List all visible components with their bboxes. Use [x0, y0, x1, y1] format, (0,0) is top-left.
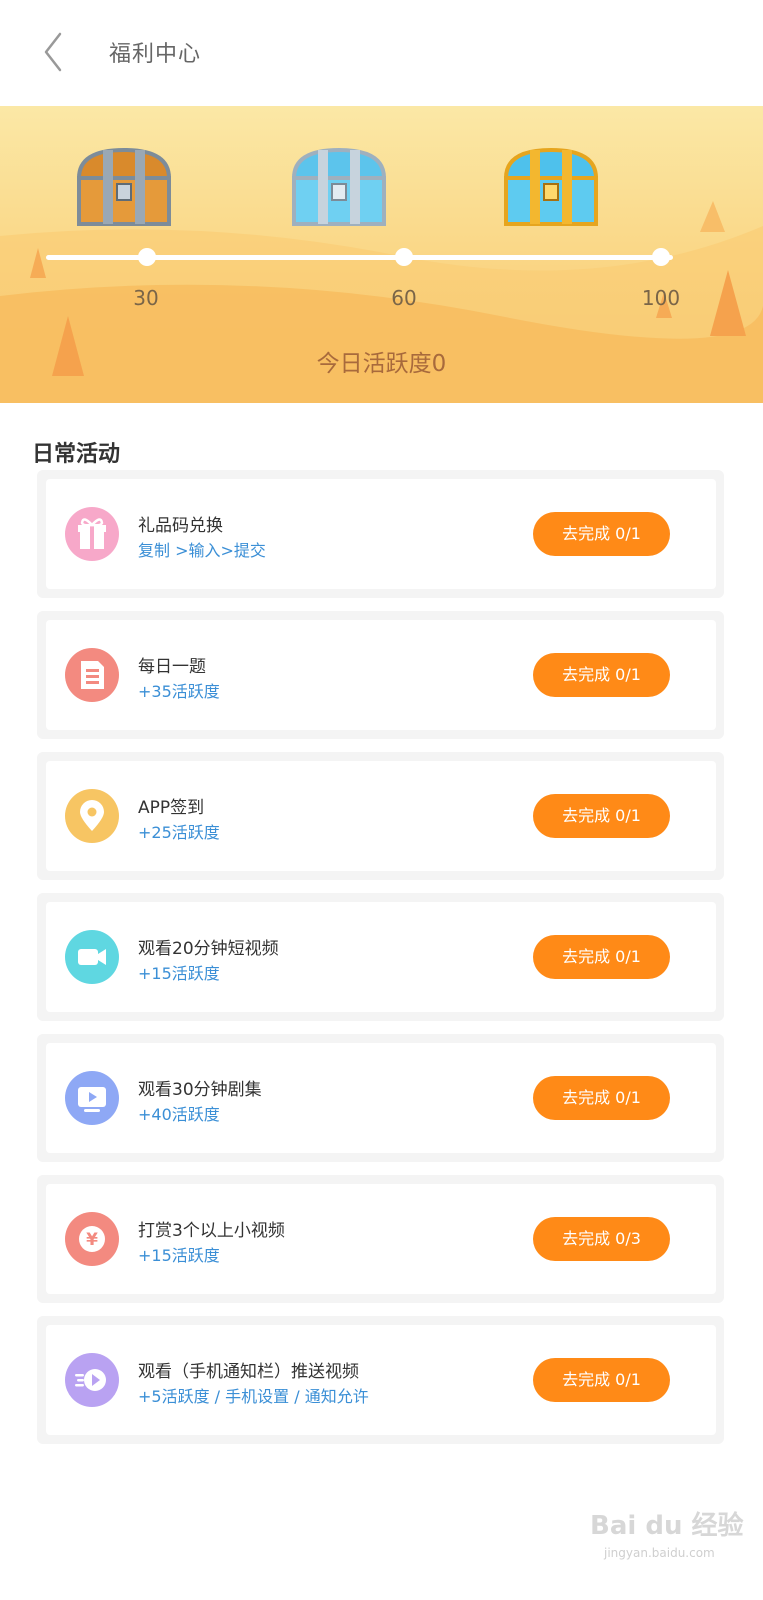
document-icon: [65, 648, 119, 702]
milestone-node: [138, 248, 156, 266]
video-camera-icon: [65, 930, 119, 984]
gift-icon: [65, 507, 119, 561]
top-bar: 福利中心: [0, 0, 763, 106]
treasure-chest-icon: [503, 147, 599, 226]
milestone-label: 30: [133, 286, 159, 310]
yuan-coin-icon: ¥: [65, 1212, 119, 1266]
section-title: 日常活动: [32, 442, 121, 467]
complete-button[interactable]: 去完成 0/1: [533, 1358, 670, 1402]
svg-text:¥: ¥: [86, 1230, 98, 1250]
task-subtitle: +5活跃度 / 手机设置 / 通知允许: [138, 1387, 369, 1406]
activity-banner: 30 60 100 今日活跃度0: [0, 106, 763, 403]
milestone-label: 60: [391, 286, 417, 310]
bronze-chest[interactable]: [73, 144, 175, 230]
complete-button[interactable]: 去完成 0/1: [533, 653, 670, 697]
watermark: Bai du 经验: [590, 1511, 744, 1541]
milestone-label: 100: [641, 286, 681, 310]
milestone-node: [395, 248, 413, 266]
list-item: 观看（手机通知栏）推送视频 +5活跃度 / 手机设置 / 通知允许 去完成 0/…: [37, 1316, 724, 1444]
task-title: 每日一题: [138, 657, 206, 677]
task-subtitle: +15活跃度: [138, 1246, 220, 1265]
tv-play-icon: [65, 1071, 119, 1125]
task-card-short-video[interactable]: 观看20分钟短视频 +15活跃度 去完成 0/1: [46, 902, 716, 1012]
list-item: 观看30分钟剧集 +40活跃度 去完成 0/1: [37, 1034, 724, 1162]
treasure-chest-icon: [76, 147, 172, 226]
push-play-icon: [65, 1353, 119, 1407]
list-item: ¥ 打赏3个以上小视频 +15活跃度 去完成 0/3: [37, 1175, 724, 1303]
task-title: 打赏3个以上小视频: [138, 1221, 285, 1241]
task-title: 礼品码兑换: [138, 516, 223, 536]
list-item: 每日一题 +35活跃度 去完成 0/1: [37, 611, 724, 739]
list-item: APP签到 +25活跃度 去完成 0/1: [37, 752, 724, 880]
task-subtitle: +25活跃度: [138, 823, 220, 842]
task-card-gift-code[interactable]: 礼品码兑换 复制 >输入>提交 去完成 0/1: [46, 479, 716, 589]
complete-button[interactable]: 去完成 0/1: [533, 512, 670, 556]
watermark-url: jingyan.baidu.com: [604, 1546, 715, 1560]
task-card-daily-question[interactable]: 每日一题 +35活跃度 去完成 0/1: [46, 620, 716, 730]
complete-button[interactable]: 去完成 0/1: [533, 935, 670, 979]
chevron-left-icon: [44, 32, 62, 72]
list-item: 观看20分钟短视频 +15活跃度 去完成 0/1: [37, 893, 724, 1021]
list-item: 礼品码兑换 复制 >输入>提交 去完成 0/1: [37, 470, 724, 598]
activity-score: 今日活跃度0: [316, 351, 447, 377]
task-card-episodes[interactable]: 观看30分钟剧集 +40活跃度 去完成 0/1: [46, 1043, 716, 1153]
task-subtitle: +15活跃度: [138, 964, 220, 983]
task-title: APP签到: [138, 798, 205, 818]
task-subtitle: +35活跃度: [138, 682, 220, 701]
complete-button[interactable]: 去完成 0/3: [533, 1217, 670, 1261]
silver-chest[interactable]: [288, 144, 390, 230]
gold-chest[interactable]: [500, 144, 602, 230]
task-subtitle: 复制 >输入>提交: [138, 541, 266, 560]
task-card-push-video[interactable]: 观看（手机通知栏）推送视频 +5活跃度 / 手机设置 / 通知允许 去完成 0/…: [46, 1325, 716, 1435]
task-card-tip-videos[interactable]: ¥ 打赏3个以上小视频 +15活跃度 去完成 0/3: [46, 1184, 716, 1294]
task-subtitle: +40活跃度: [138, 1105, 220, 1124]
task-title: 观看20分钟短视频: [138, 939, 279, 959]
task-title: 观看30分钟剧集: [138, 1080, 262, 1100]
task-card-app-checkin[interactable]: APP签到 +25活跃度 去完成 0/1: [46, 761, 716, 871]
page-title: 福利中心: [109, 42, 202, 67]
treasure-chest-icon: [291, 147, 387, 226]
location-pin-icon: [65, 789, 119, 843]
complete-button[interactable]: 去完成 0/1: [533, 794, 670, 838]
milestone-node: [652, 248, 670, 266]
task-title: 观看（手机通知栏）推送视频: [138, 1362, 359, 1382]
back-button[interactable]: [34, 30, 74, 74]
complete-button[interactable]: 去完成 0/1: [533, 1076, 670, 1120]
